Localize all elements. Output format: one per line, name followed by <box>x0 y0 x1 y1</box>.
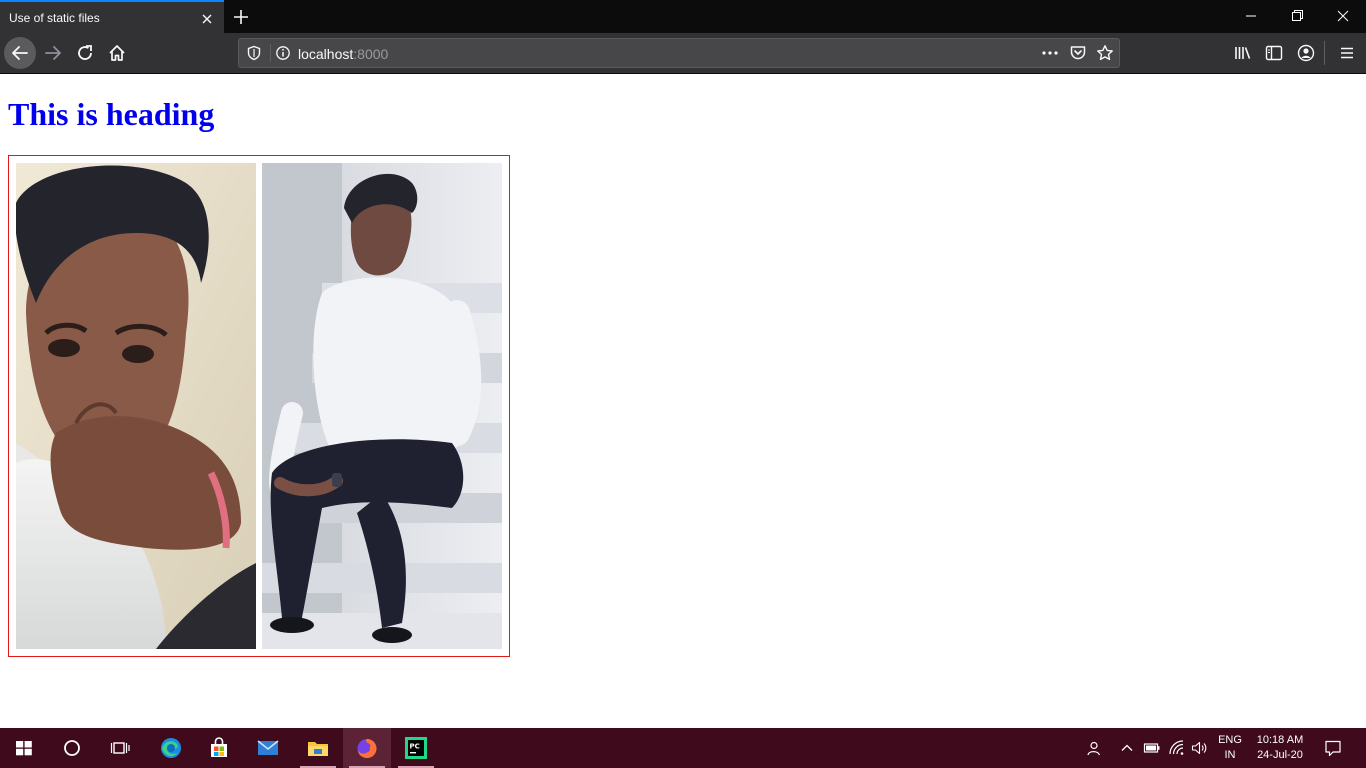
forward-button[interactable] <box>37 37 69 69</box>
taskbar-clock[interactable]: 10:18 AM 24-Jul-20 <box>1252 733 1308 763</box>
minimize-icon[interactable] <box>1228 4 1274 28</box>
address-bar[interactable]: localhost:8000 <box>238 38 1120 68</box>
task-view-icon[interactable] <box>96 728 144 768</box>
store-icon[interactable] <box>195 728 243 768</box>
url-text[interactable]: localhost:8000 <box>298 46 388 62</box>
tab-strip: Use of static files <box>0 0 1366 33</box>
photo-selfie <box>16 163 256 649</box>
sidebar-toggle-icon[interactable] <box>1263 42 1285 64</box>
photo-on-stairs <box>262 163 502 649</box>
volume-icon[interactable] <box>1191 740 1209 756</box>
browser-tab[interactable]: Use of static files <box>0 0 224 33</box>
battery-icon[interactable] <box>1143 740 1161 756</box>
wifi-icon[interactable] <box>1168 740 1186 756</box>
edge-browser-icon[interactable] <box>147 728 195 768</box>
language-code: ENG <box>1218 734 1242 746</box>
tab-title: Use of static files <box>9 11 100 25</box>
pocket-icon[interactable] <box>1069 44 1087 62</box>
toolbar-separator <box>1324 41 1325 65</box>
region-code: IN <box>1224 749 1236 761</box>
library-icon[interactable] <box>1232 42 1254 64</box>
page-actions-icon[interactable] <box>1039 45 1061 61</box>
clock-time: 10:18 AM <box>1256 734 1304 746</box>
action-center-icon[interactable] <box>1324 739 1342 757</box>
start-button[interactable] <box>0 728 48 768</box>
url-divider <box>270 44 271 62</box>
clock-date: 24-Jul-20 <box>1257 749 1303 761</box>
page-heading: This is heading <box>8 96 215 132</box>
back-button[interactable] <box>4 37 36 69</box>
search-button[interactable] <box>48 728 96 768</box>
account-icon[interactable] <box>1295 42 1317 64</box>
svg-text:PC: PC <box>410 743 420 751</box>
tracking-protection-icon[interactable] <box>246 45 262 61</box>
site-info-icon[interactable] <box>275 45 291 61</box>
tab-close-icon[interactable] <box>199 11 215 27</box>
new-tab-icon[interactable] <box>230 6 252 28</box>
image-container <box>8 155 510 657</box>
restore-icon[interactable] <box>1274 4 1320 28</box>
people-icon[interactable] <box>1084 740 1102 758</box>
mail-icon[interactable] <box>244 728 292 768</box>
taskbar: PC ENG IN 10:18 AM 24-Jul-20 <box>0 728 1366 768</box>
close-window-icon[interactable] <box>1320 4 1366 28</box>
menu-icon[interactable] <box>1336 42 1358 64</box>
file-explorer-icon[interactable] <box>294 728 342 768</box>
show-hidden-icons-chevron-icon[interactable] <box>1119 740 1135 756</box>
input-language-indicator[interactable]: ENG IN <box>1216 733 1244 763</box>
reload-button[interactable] <box>69 37 101 69</box>
bookmark-star-icon[interactable] <box>1096 44 1114 62</box>
home-button[interactable] <box>101 37 133 69</box>
pycharm-icon[interactable]: PC <box>392 728 440 768</box>
nav-toolbar: localhost:8000 <box>0 33 1366 74</box>
firefox-icon[interactable] <box>343 728 391 768</box>
